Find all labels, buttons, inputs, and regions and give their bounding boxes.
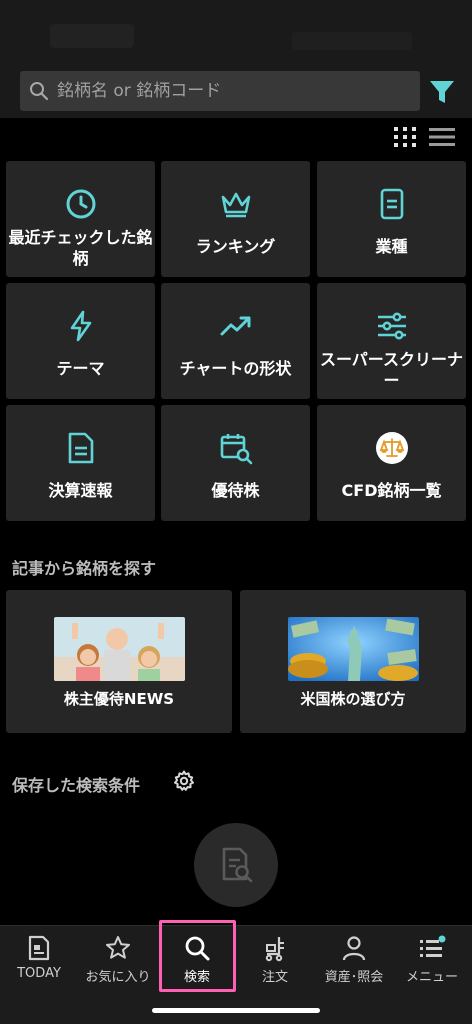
tile-label: スーパースクリーナー <box>319 350 464 390</box>
article-thumbnail-family <box>54 617 185 681</box>
search-bar[interactable] <box>20 71 420 111</box>
article-label: 株主優待NEWS <box>63 690 175 708</box>
gear-icon[interactable] <box>173 770 195 792</box>
tile-chart-shape[interactable]: チャートの形状 <box>161 283 310 399</box>
tile-theme[interactable]: テーマ <box>6 283 155 399</box>
search-input[interactable] <box>57 81 387 101</box>
home-indicator <box>152 1008 320 1013</box>
tile-ranking[interactable]: ランキング <box>161 161 310 277</box>
saved-search-section-title: 保存した検索条件 <box>12 776 141 795</box>
active-tab-highlight <box>159 920 236 992</box>
star-icon <box>106 936 130 959</box>
tab-favorites[interactable]: お気に入り <box>79 926 157 992</box>
cart-icon <box>265 937 284 962</box>
article-thumbnail-liberty <box>288 617 419 681</box>
article-card-benefit-news[interactable]: 株主優待NEWS <box>6 590 232 733</box>
tile-label: 業種 <box>375 237 408 256</box>
tile-recent[interactable]: 最近チェックした銘柄 <box>6 161 155 277</box>
tile-benefit-stocks[interactable]: 優待株 <box>161 405 310 521</box>
tile-super-screener[interactable]: スーパースクリーナー <box>317 283 466 399</box>
trend-up-icon <box>220 316 250 336</box>
document-search-icon <box>222 847 253 883</box>
header-info-placeholder <box>292 32 412 50</box>
article-card-us-stocks[interactable]: 米国株の選び方 <box>240 590 466 733</box>
header-logo-placeholder <box>50 24 134 48</box>
tile-label: 優待株 <box>211 481 260 500</box>
tile-label: 最近チェックした銘柄 <box>8 228 153 268</box>
grid-view-icon[interactable] <box>393 125 417 149</box>
crown-icon <box>221 192 250 218</box>
filter-icon[interactable] <box>428 78 456 106</box>
tile-label: 決算速報 <box>48 481 113 500</box>
list-view-icon[interactable] <box>428 125 456 149</box>
tab-assets[interactable]: 資産･照会 <box>315 926 393 992</box>
tile-label: テーマ <box>56 359 105 378</box>
sliders-icon <box>377 312 406 340</box>
tile-label: ランキング <box>195 237 276 256</box>
tile-label: CFD銘柄一覧 <box>341 481 442 500</box>
empty-saved-search-placeholder <box>194 823 278 907</box>
tile-earnings[interactable]: 決算速報 <box>6 405 155 521</box>
scales-icon <box>375 432 408 464</box>
report-icon <box>68 432 93 464</box>
document-icon <box>380 188 403 220</box>
tab-order[interactable]: 注文 <box>236 926 314 992</box>
clock-icon <box>66 189 95 219</box>
calendar-search-icon <box>220 434 252 465</box>
newspaper-icon <box>28 935 50 961</box>
lightning-icon <box>70 310 91 342</box>
tab-menu[interactable]: メニュー <box>393 926 471 992</box>
articles-section-title: 記事から銘柄を探す <box>12 559 157 578</box>
tile-label: チャートの形状 <box>179 359 292 378</box>
article-label: 米国株の選び方 <box>300 690 406 708</box>
search-icon <box>30 82 49 101</box>
menu-icon <box>420 935 446 957</box>
tile-cfd-list[interactable]: CFD銘柄一覧 <box>317 405 466 521</box>
person-icon <box>342 936 366 961</box>
tile-industry[interactable]: 業種 <box>317 161 466 277</box>
tab-label: メニュー <box>405 970 458 985</box>
top-header <box>0 0 472 118</box>
tab-today[interactable]: TODAY <box>0 926 78 992</box>
notification-dot <box>438 935 446 943</box>
